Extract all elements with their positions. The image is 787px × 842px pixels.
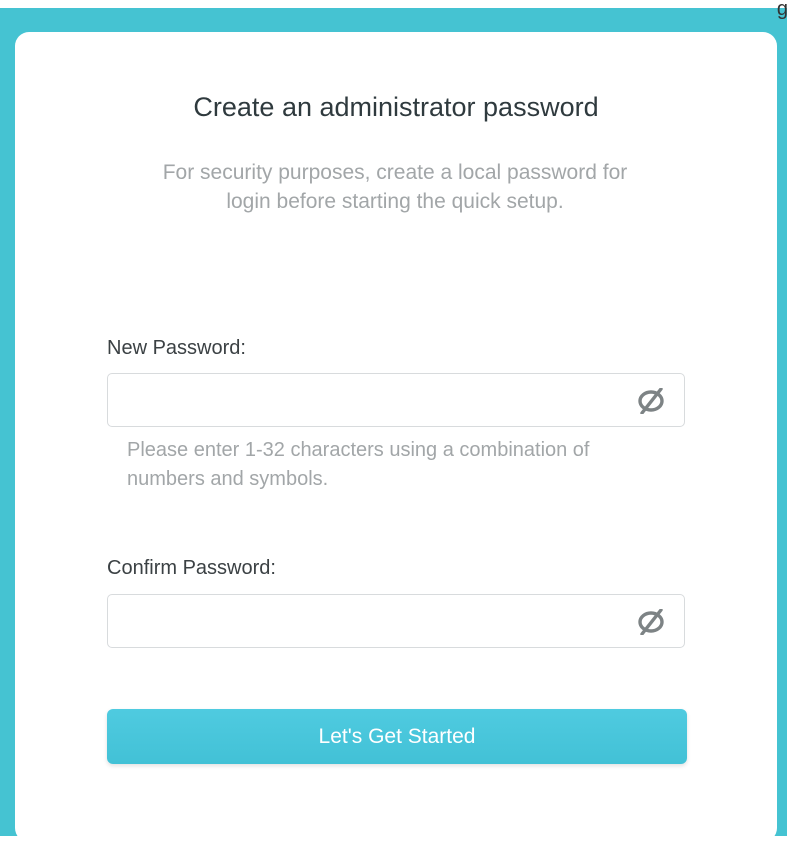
new-password-field[interactable] (107, 373, 685, 428)
eye-hidden-icon[interactable] (636, 609, 666, 635)
new-password-input[interactable] (120, 374, 624, 428)
eye-hidden-icon[interactable] (636, 388, 666, 414)
confirm-password-label: Confirm Password: (107, 557, 276, 579)
confirm-password-field[interactable] (107, 594, 685, 649)
new-password-hint: Please enter 1-32 characters using a com… (127, 439, 590, 490)
password-card: Create an administrator password For sec… (15, 32, 777, 842)
lets-get-started-button[interactable]: Let's Get Started (107, 709, 687, 764)
app-frame: g Create an administrator password For s… (0, 0, 787, 842)
page-title: Create an administrator password (193, 92, 599, 122)
page-subtitle: For security purposes, create a local pa… (162, 161, 628, 213)
new-password-label: New Password: (107, 337, 246, 359)
confirm-password-input[interactable] (120, 595, 624, 649)
corner-text: g (776, 0, 787, 20)
